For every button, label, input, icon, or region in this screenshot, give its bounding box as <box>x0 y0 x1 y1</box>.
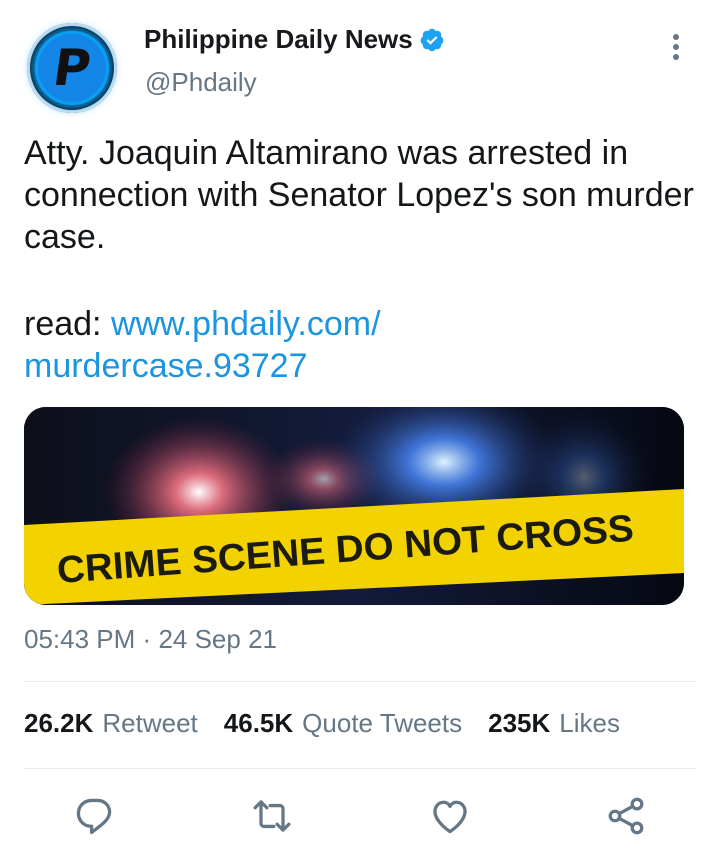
share-icon[interactable] <box>604 794 648 838</box>
quote-tweets-count: 46.5K <box>223 708 294 738</box>
likes-stat[interactable]: 235K Likes <box>488 708 620 739</box>
more-vertical-icon[interactable] <box>664 34 688 66</box>
divider <box>24 681 696 682</box>
article-link[interactable]: www.phdaily.com/ <box>111 305 381 343</box>
reply-icon[interactable] <box>72 794 116 838</box>
tweet-timestamp[interactable]: 05:43 PM · 24 Sep 21 <box>24 624 277 655</box>
tweet-read-line: read: www.phdaily.com/ murdercase.93727 <box>24 303 381 387</box>
avatar-letter: P <box>49 39 95 97</box>
tweet-time: 05:43 PM <box>24 624 136 654</box>
quote-tweets-stat[interactable]: 46.5K Quote Tweets <box>224 708 462 739</box>
retweets-stat[interactable]: 26.2K Retweet <box>24 708 198 739</box>
account-name[interactable]: Philippine Daily News <box>144 24 445 55</box>
likes-count: 235K <box>488 708 551 738</box>
retweet-icon[interactable] <box>250 794 294 838</box>
heart-icon[interactable] <box>428 794 472 838</box>
avatar[interactable]: P <box>27 23 117 113</box>
tweet-media-image[interactable]: CRIME SCENE DO NOT CROSS <box>24 407 684 605</box>
retweets-label: Retweet <box>102 708 198 738</box>
article-link-continued[interactable]: murdercase.93727 <box>24 347 308 385</box>
verified-badge-icon <box>420 28 444 51</box>
read-prefix: read: <box>24 305 102 343</box>
account-handle[interactable]: @Phdaily <box>145 67 257 98</box>
timestamp-separator: · <box>142 624 152 654</box>
quote-tweets-label: Quote Tweets <box>302 708 463 738</box>
tweet-actions <box>0 794 720 838</box>
likes-label: Likes <box>559 708 620 738</box>
tweet-date: 24 Sep 21 <box>158 624 277 654</box>
divider <box>24 768 696 769</box>
crime-scene-photo: CRIME SCENE DO NOT CROSS <box>24 407 684 605</box>
retweets-count: 26.2K <box>24 708 94 738</box>
engagement-stats: 26.2K Retweet 46.5K Quote Tweets 235K Likes <box>24 708 646 739</box>
tweet-text: Atty. Joaquin Altamirano was arrested in… <box>24 134 694 256</box>
account-name-text[interactable]: Philippine Daily News <box>144 24 413 55</box>
